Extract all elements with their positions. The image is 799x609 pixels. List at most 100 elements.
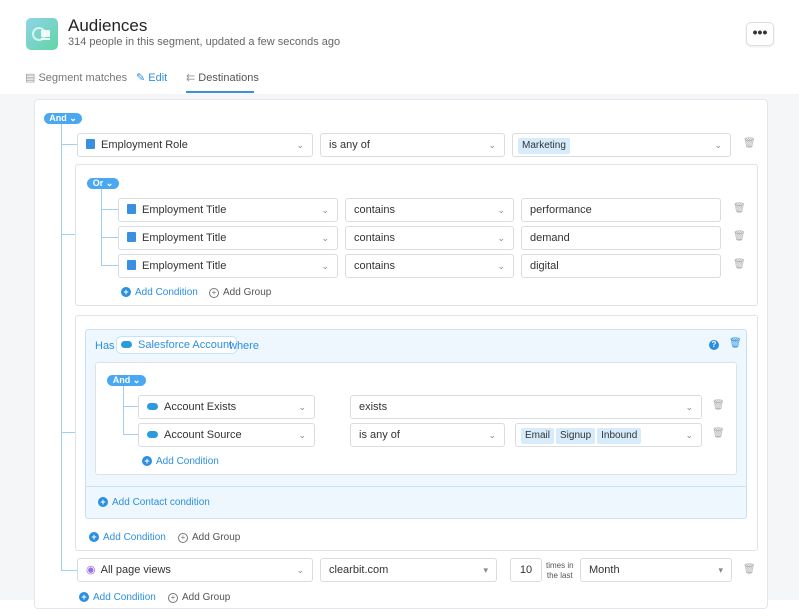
add-condition-button[interactable]: + Add Condition <box>79 592 156 603</box>
chevron-down-icon: ⌄ <box>321 261 329 271</box>
has-label: Has <box>95 340 115 352</box>
list-icon: ▤ <box>25 72 39 84</box>
operator-select[interactable]: exists ⌄ <box>350 395 702 419</box>
chevron-down-icon: ⌄ <box>714 140 722 150</box>
destinations-icon: ⇇ <box>186 72 199 84</box>
tree-line <box>101 265 118 266</box>
operator-select[interactable]: contains ⌄ <box>345 198 514 222</box>
audiences-logo <box>26 18 58 50</box>
trash-icon[interactable]: 🗑 <box>712 400 725 411</box>
chevron-down-icon: ⌄ <box>298 430 306 440</box>
event-select[interactable]: ◉ All page views ⌄ <box>77 558 313 582</box>
caret-down-icon: ▾ <box>483 565 488 575</box>
or-operator-toggle[interactable]: Or ⌄ <box>87 178 119 189</box>
plus-icon: + <box>209 288 219 298</box>
add-condition-button[interactable]: + Add Condition <box>121 287 198 298</box>
chevron-down-icon: ⌄ <box>488 140 496 150</box>
field-select[interactable]: Account Source ⌄ <box>138 423 315 447</box>
tree-line <box>123 386 124 434</box>
more-options-button[interactable]: ••• <box>746 22 774 46</box>
trash-icon[interactable]: 🗑 <box>729 338 742 349</box>
chevron-down-icon: ⌄ <box>685 430 693 440</box>
tree-line <box>101 209 118 210</box>
operator-select[interactable]: is any of ⌄ <box>350 423 505 447</box>
field-select[interactable]: Employment Role ⌄ <box>77 133 313 157</box>
chevron-down-icon: ⌄ <box>685 402 693 412</box>
plus-icon: + <box>142 456 152 466</box>
trash-icon[interactable]: 🗑 <box>733 203 746 214</box>
trash-icon[interactable]: 🗑 <box>733 231 746 242</box>
plus-icon: + <box>121 287 131 297</box>
active-tab-indicator <box>186 91 254 93</box>
add-group-button[interactable]: + Add Group <box>209 287 271 298</box>
period-select[interactable]: Month ▾ <box>580 558 732 582</box>
tree-line <box>61 124 62 570</box>
tab-segment-matches[interactable]: ▤ Segment matches <box>25 71 127 84</box>
plus-icon: + <box>79 592 89 602</box>
domain-select[interactable]: clearbit.com ▾ <box>320 558 497 582</box>
chevron-down-icon: ⌄ <box>296 140 304 150</box>
eye-icon: ◉ <box>86 564 96 576</box>
and-operator-toggle[interactable]: And ⌄ <box>107 375 146 386</box>
tree-line <box>61 144 77 145</box>
value-select[interactable]: Marketing ⌄ <box>512 133 731 157</box>
value-input[interactable]: demand <box>521 226 721 250</box>
add-group-button[interactable]: + Add Group <box>168 592 230 603</box>
plus-icon: + <box>89 532 99 542</box>
value-select[interactable]: Email Signup Inbound ⌄ <box>515 423 702 447</box>
value-input[interactable]: digital <box>521 254 721 278</box>
plus-icon: + <box>168 593 178 603</box>
and-operator-toggle[interactable]: And ⌄ <box>44 113 82 124</box>
field-icon <box>86 139 95 149</box>
pencil-icon: ✎ <box>136 72 149 84</box>
tab-destinations[interactable]: ⇇ Destinations <box>186 71 259 84</box>
salesforce-icon <box>147 403 158 410</box>
tree-line <box>61 570 77 571</box>
tree-line <box>123 406 138 407</box>
tree-line <box>101 237 118 238</box>
tab-edit[interactable]: ✎ Edit <box>136 71 167 84</box>
value-tag[interactable]: Inbound <box>597 428 642 444</box>
plus-icon: + <box>178 533 188 543</box>
value-tag[interactable]: Email <box>521 428 555 444</box>
field-icon <box>127 204 136 214</box>
salesforce-icon <box>147 431 158 438</box>
chevron-down-icon: ⌄ <box>488 430 496 440</box>
chevron-down-icon: ⌄ <box>296 565 304 575</box>
field-select[interactable]: Employment Title ⌄ <box>118 198 338 222</box>
value-tag[interactable]: Signup <box>556 428 596 444</box>
field-icon <box>127 232 136 242</box>
trash-icon[interactable]: 🗑 <box>712 428 725 439</box>
operator-select[interactable]: contains ⌄ <box>345 254 514 278</box>
add-contact-condition-button[interactable]: + Add Contact condition <box>98 497 210 508</box>
trash-icon[interactable]: 🗑 <box>743 138 756 149</box>
trash-icon[interactable]: 🗑 <box>743 564 756 575</box>
tree-line <box>61 234 75 235</box>
page-subtitle: 314 people in this segment, updated a fe… <box>68 36 341 48</box>
plus-icon: + <box>98 497 108 507</box>
times-label: times in the last <box>546 561 574 580</box>
field-select[interactable]: Account Exists ⌄ <box>138 395 315 419</box>
value-input[interactable]: performance <box>521 198 721 222</box>
chevron-down-icon: ⌄ <box>497 233 505 243</box>
operator-select[interactable]: is any of ⌄ <box>320 133 505 157</box>
add-condition-button[interactable]: + Add Condition <box>89 532 166 543</box>
tree-line <box>101 189 102 266</box>
help-icon[interactable]: ? <box>709 340 719 350</box>
field-select[interactable]: Employment Title ⌄ <box>118 254 338 278</box>
field-select[interactable]: Employment Title ⌄ <box>118 226 338 250</box>
count-input[interactable]: 10 <box>510 558 542 582</box>
field-icon <box>127 260 136 270</box>
trash-icon[interactable]: 🗑 <box>733 259 746 270</box>
add-condition-button[interactable]: + Add Condition <box>142 456 219 467</box>
object-select[interactable]: Salesforce Account <box>116 336 238 354</box>
chevron-down-icon: ⌄ <box>321 205 329 215</box>
add-group-button[interactable]: + Add Group <box>178 532 240 543</box>
chevron-down-icon: ⌄ <box>497 261 505 271</box>
operator-select[interactable]: contains ⌄ <box>345 226 514 250</box>
page-title: Audiences <box>68 16 148 35</box>
tree-line <box>61 432 75 433</box>
value-tag[interactable]: Marketing <box>518 138 570 154</box>
chevron-down-icon: ⌄ <box>497 205 505 215</box>
chevron-down-icon: ⌄ <box>321 233 329 243</box>
